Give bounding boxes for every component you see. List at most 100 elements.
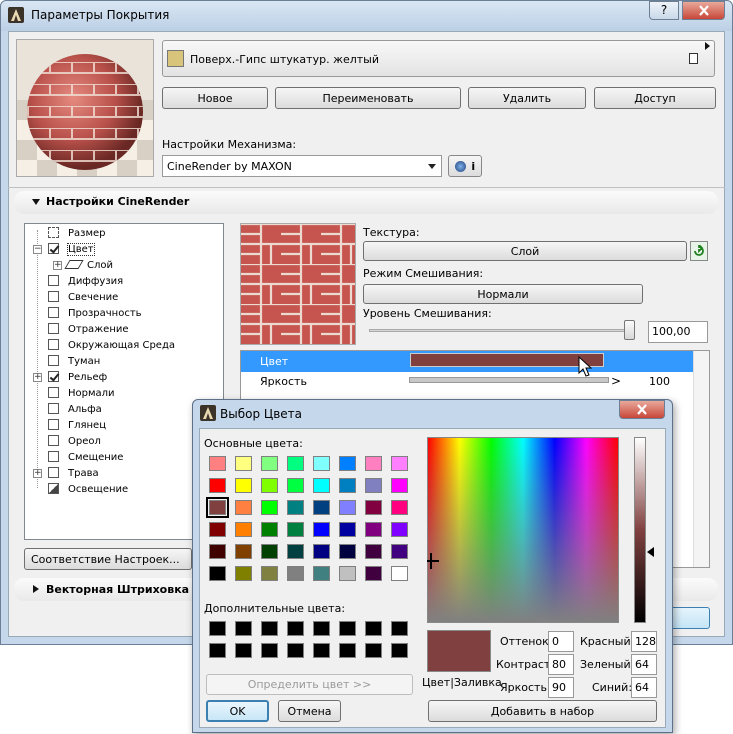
- close-button[interactable]: [682, 1, 725, 20]
- rename-button[interactable]: Переименовать: [275, 87, 461, 109]
- basic-color-swatch[interactable]: [287, 522, 304, 537]
- custom-color-swatch[interactable]: [391, 643, 408, 658]
- basic-color-swatch[interactable]: [235, 456, 252, 471]
- basic-color-swatch[interactable]: [313, 456, 330, 471]
- basic-color-swatch[interactable]: [339, 544, 356, 559]
- basic-color-swatch[interactable]: [209, 566, 226, 581]
- define-color-button[interactable]: Определить цвет >>: [206, 674, 413, 695]
- basic-color-swatch[interactable]: [287, 566, 304, 581]
- access-button[interactable]: Доступ: [594, 87, 716, 109]
- custom-color-swatch[interactable]: [339, 621, 356, 636]
- tree-checkbox[interactable]: [48, 419, 59, 430]
- basic-color-swatch[interactable]: [287, 500, 304, 515]
- basic-color-swatch[interactable]: [391, 544, 408, 559]
- basic-color-swatch[interactable]: [261, 522, 278, 537]
- blend-level-slider[interactable]: [624, 320, 635, 340]
- expand-icon[interactable]: +: [33, 373, 42, 382]
- custom-color-swatch[interactable]: [365, 621, 382, 636]
- property-color-swatch[interactable]: [410, 353, 604, 367]
- blend-mode-button[interactable]: Нормали: [363, 284, 643, 304]
- basic-color-swatch[interactable]: [391, 478, 408, 493]
- basic-color-swatch[interactable]: [235, 566, 252, 581]
- help-button[interactable]: ?: [649, 1, 679, 20]
- custom-color-swatch[interactable]: [209, 621, 226, 636]
- red-field[interactable]: 128: [631, 631, 657, 652]
- basic-color-swatch[interactable]: [209, 544, 226, 559]
- luminance-arrow-icon[interactable]: [647, 547, 654, 557]
- basic-color-swatch[interactable]: [365, 544, 382, 559]
- basic-color-swatch[interactable]: [235, 544, 252, 559]
- expand-icon[interactable]: +: [53, 261, 62, 270]
- custom-color-swatch[interactable]: [365, 643, 382, 658]
- basic-color-swatch[interactable]: [287, 478, 304, 493]
- tree-checkbox[interactable]: [48, 323, 59, 334]
- green-field[interactable]: 64: [631, 654, 657, 675]
- custom-color-swatch[interactable]: [313, 621, 330, 636]
- custom-color-swatch[interactable]: [261, 621, 278, 636]
- blend-level-field[interactable]: 100,00: [648, 321, 708, 343]
- custom-color-swatch[interactable]: [235, 621, 252, 636]
- basic-color-swatch[interactable]: [365, 456, 382, 471]
- basic-color-swatch[interactable]: [365, 566, 382, 581]
- basic-color-swatch[interactable]: [391, 566, 408, 581]
- lum-field[interactable]: 90: [548, 677, 574, 698]
- collapse-icon[interactable]: −: [33, 245, 42, 254]
- basic-color-swatch[interactable]: [339, 500, 356, 515]
- basic-color-swatch[interactable]: [261, 478, 278, 493]
- basic-color-swatch[interactable]: [209, 522, 226, 537]
- cancel-button[interactable]: Отмена: [278, 700, 341, 722]
- basic-color-swatch[interactable]: [235, 522, 252, 537]
- tree-checkbox[interactable]: [48, 451, 59, 462]
- basic-color-swatch[interactable]: [261, 566, 278, 581]
- add-to-custom-button[interactable]: Добавить в набор: [428, 700, 657, 722]
- basic-color-swatch[interactable]: [235, 500, 252, 515]
- basic-color-swatch[interactable]: [339, 522, 356, 537]
- basic-color-swatch[interactable]: [313, 500, 330, 515]
- custom-color-swatch[interactable]: [339, 643, 356, 658]
- custom-color-swatch[interactable]: [287, 621, 304, 636]
- basic-color-swatch[interactable]: [287, 456, 304, 471]
- tree-checkbox[interactable]: [48, 339, 59, 350]
- texture-button[interactable]: Слой: [363, 241, 687, 261]
- basic-color-swatch[interactable]: [261, 544, 278, 559]
- main-ok-button-edge[interactable]: [670, 607, 710, 629]
- basic-color-swatch[interactable]: [391, 456, 408, 471]
- tree-checkbox[interactable]: [48, 275, 59, 286]
- tree-checkbox[interactable]: [48, 467, 59, 478]
- custom-color-swatch[interactable]: [235, 643, 252, 658]
- color-dialog-close-button[interactable]: [619, 400, 665, 419]
- basic-color-swatch[interactable]: [206, 497, 229, 518]
- expand-icon[interactable]: +: [33, 469, 42, 478]
- tree-checkbox[interactable]: [48, 403, 59, 414]
- basic-color-swatch[interactable]: [313, 544, 330, 559]
- basic-color-swatch[interactable]: [313, 566, 330, 581]
- brightness-bar[interactable]: [409, 377, 609, 383]
- basic-color-swatch[interactable]: [313, 478, 330, 493]
- match-settings-button[interactable]: Соответствие Настроек...: [24, 548, 192, 570]
- basic-color-swatch[interactable]: [365, 522, 382, 537]
- tree-checkbox[interactable]: [48, 243, 59, 254]
- basic-color-swatch[interactable]: [339, 456, 356, 471]
- basic-color-swatch[interactable]: [287, 544, 304, 559]
- basic-color-swatch[interactable]: [365, 500, 382, 515]
- basic-color-swatch[interactable]: [313, 522, 330, 537]
- basic-color-swatch[interactable]: [209, 478, 226, 493]
- tree-checkbox[interactable]: [48, 387, 59, 398]
- basic-color-swatch[interactable]: [391, 500, 408, 515]
- delete-button[interactable]: Удалить: [468, 87, 586, 109]
- basic-color-swatch[interactable]: [235, 478, 252, 493]
- engine-info-button[interactable]: i: [448, 155, 482, 177]
- blue-field[interactable]: 64: [631, 677, 657, 698]
- tree-checkbox[interactable]: [48, 307, 59, 318]
- custom-color-swatch[interactable]: [209, 643, 226, 658]
- basic-color-swatch[interactable]: [261, 456, 278, 471]
- custom-color-swatch[interactable]: [261, 643, 278, 658]
- tree-checkbox[interactable]: [48, 355, 59, 366]
- refresh-texture-button[interactable]: [690, 241, 708, 261]
- basic-color-swatch[interactable]: [339, 566, 356, 581]
- basic-color-swatch[interactable]: [261, 500, 278, 515]
- property-scrollbar[interactable]: [693, 351, 709, 567]
- custom-color-swatch[interactable]: [313, 643, 330, 658]
- tree-checkbox[interactable]: [48, 371, 59, 382]
- custom-color-swatch[interactable]: [287, 643, 304, 658]
